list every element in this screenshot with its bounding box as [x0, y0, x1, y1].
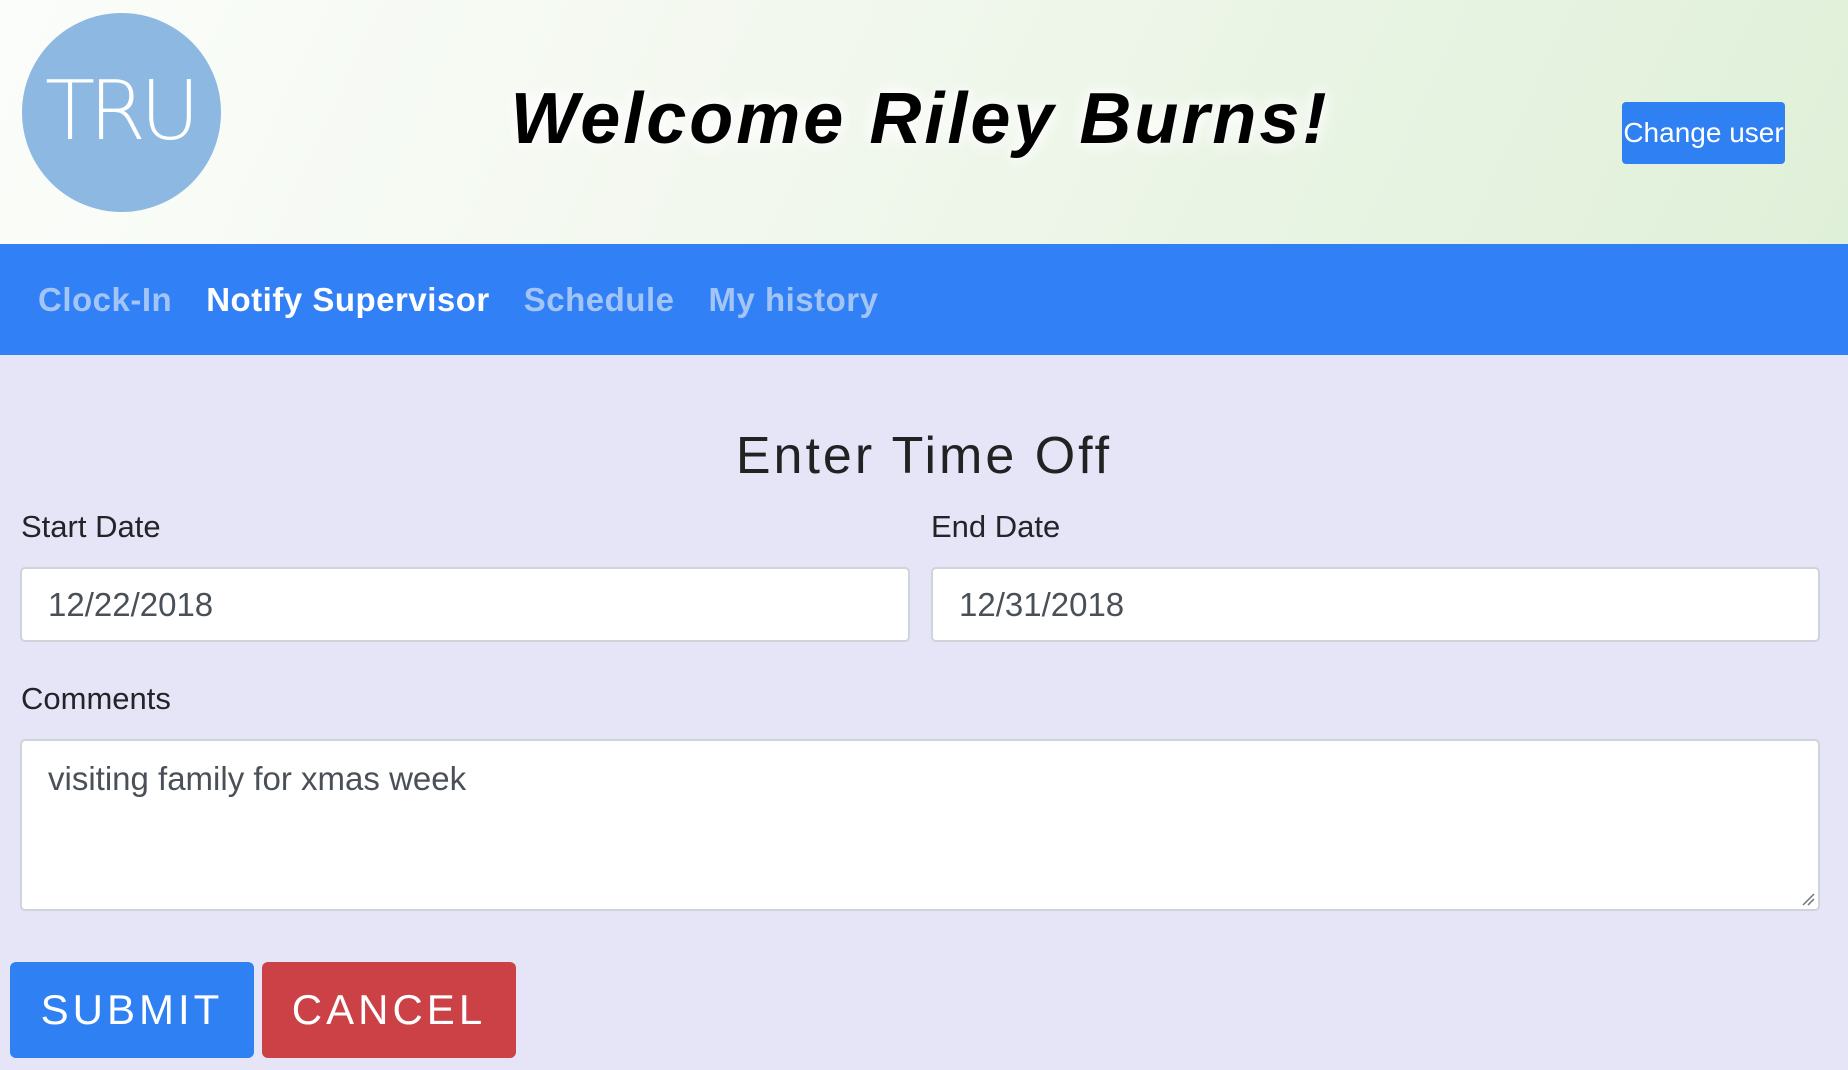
header: TRU Welcome Riley Burns! Change user: [0, 0, 1848, 244]
comments-text: visiting family for xmas week: [48, 760, 467, 797]
end-date-label: End Date: [931, 509, 1061, 544]
nav-item-clock-in[interactable]: Clock-In: [38, 281, 172, 319]
start-date-label: Start Date: [21, 509, 161, 544]
welcome-heading: Welcome Riley Burns!: [510, 79, 1330, 159]
submit-button[interactable]: SUBMIT: [10, 962, 254, 1058]
navbar: Clock-In Notify Supervisor Schedule My h…: [0, 244, 1848, 355]
comments-label: Comments: [21, 681, 171, 716]
start-date-input[interactable]: 12/22/2018: [20, 567, 910, 642]
cancel-button[interactable]: CANCEL: [262, 962, 516, 1058]
end-date-input[interactable]: 12/31/2018: [931, 567, 1820, 642]
nav-item-schedule[interactable]: Schedule: [524, 281, 675, 319]
nav-item-notify-supervisor[interactable]: Notify Supervisor: [206, 281, 490, 319]
form-title: Enter Time Off: [735, 427, 1113, 485]
nav-item-my-history[interactable]: My history: [708, 281, 878, 319]
change-user-button[interactable]: Change user: [1622, 102, 1785, 164]
resize-grip-icon[interactable]: [1801, 892, 1815, 906]
comments-textarea[interactable]: visiting family for xmas week: [20, 739, 1820, 911]
